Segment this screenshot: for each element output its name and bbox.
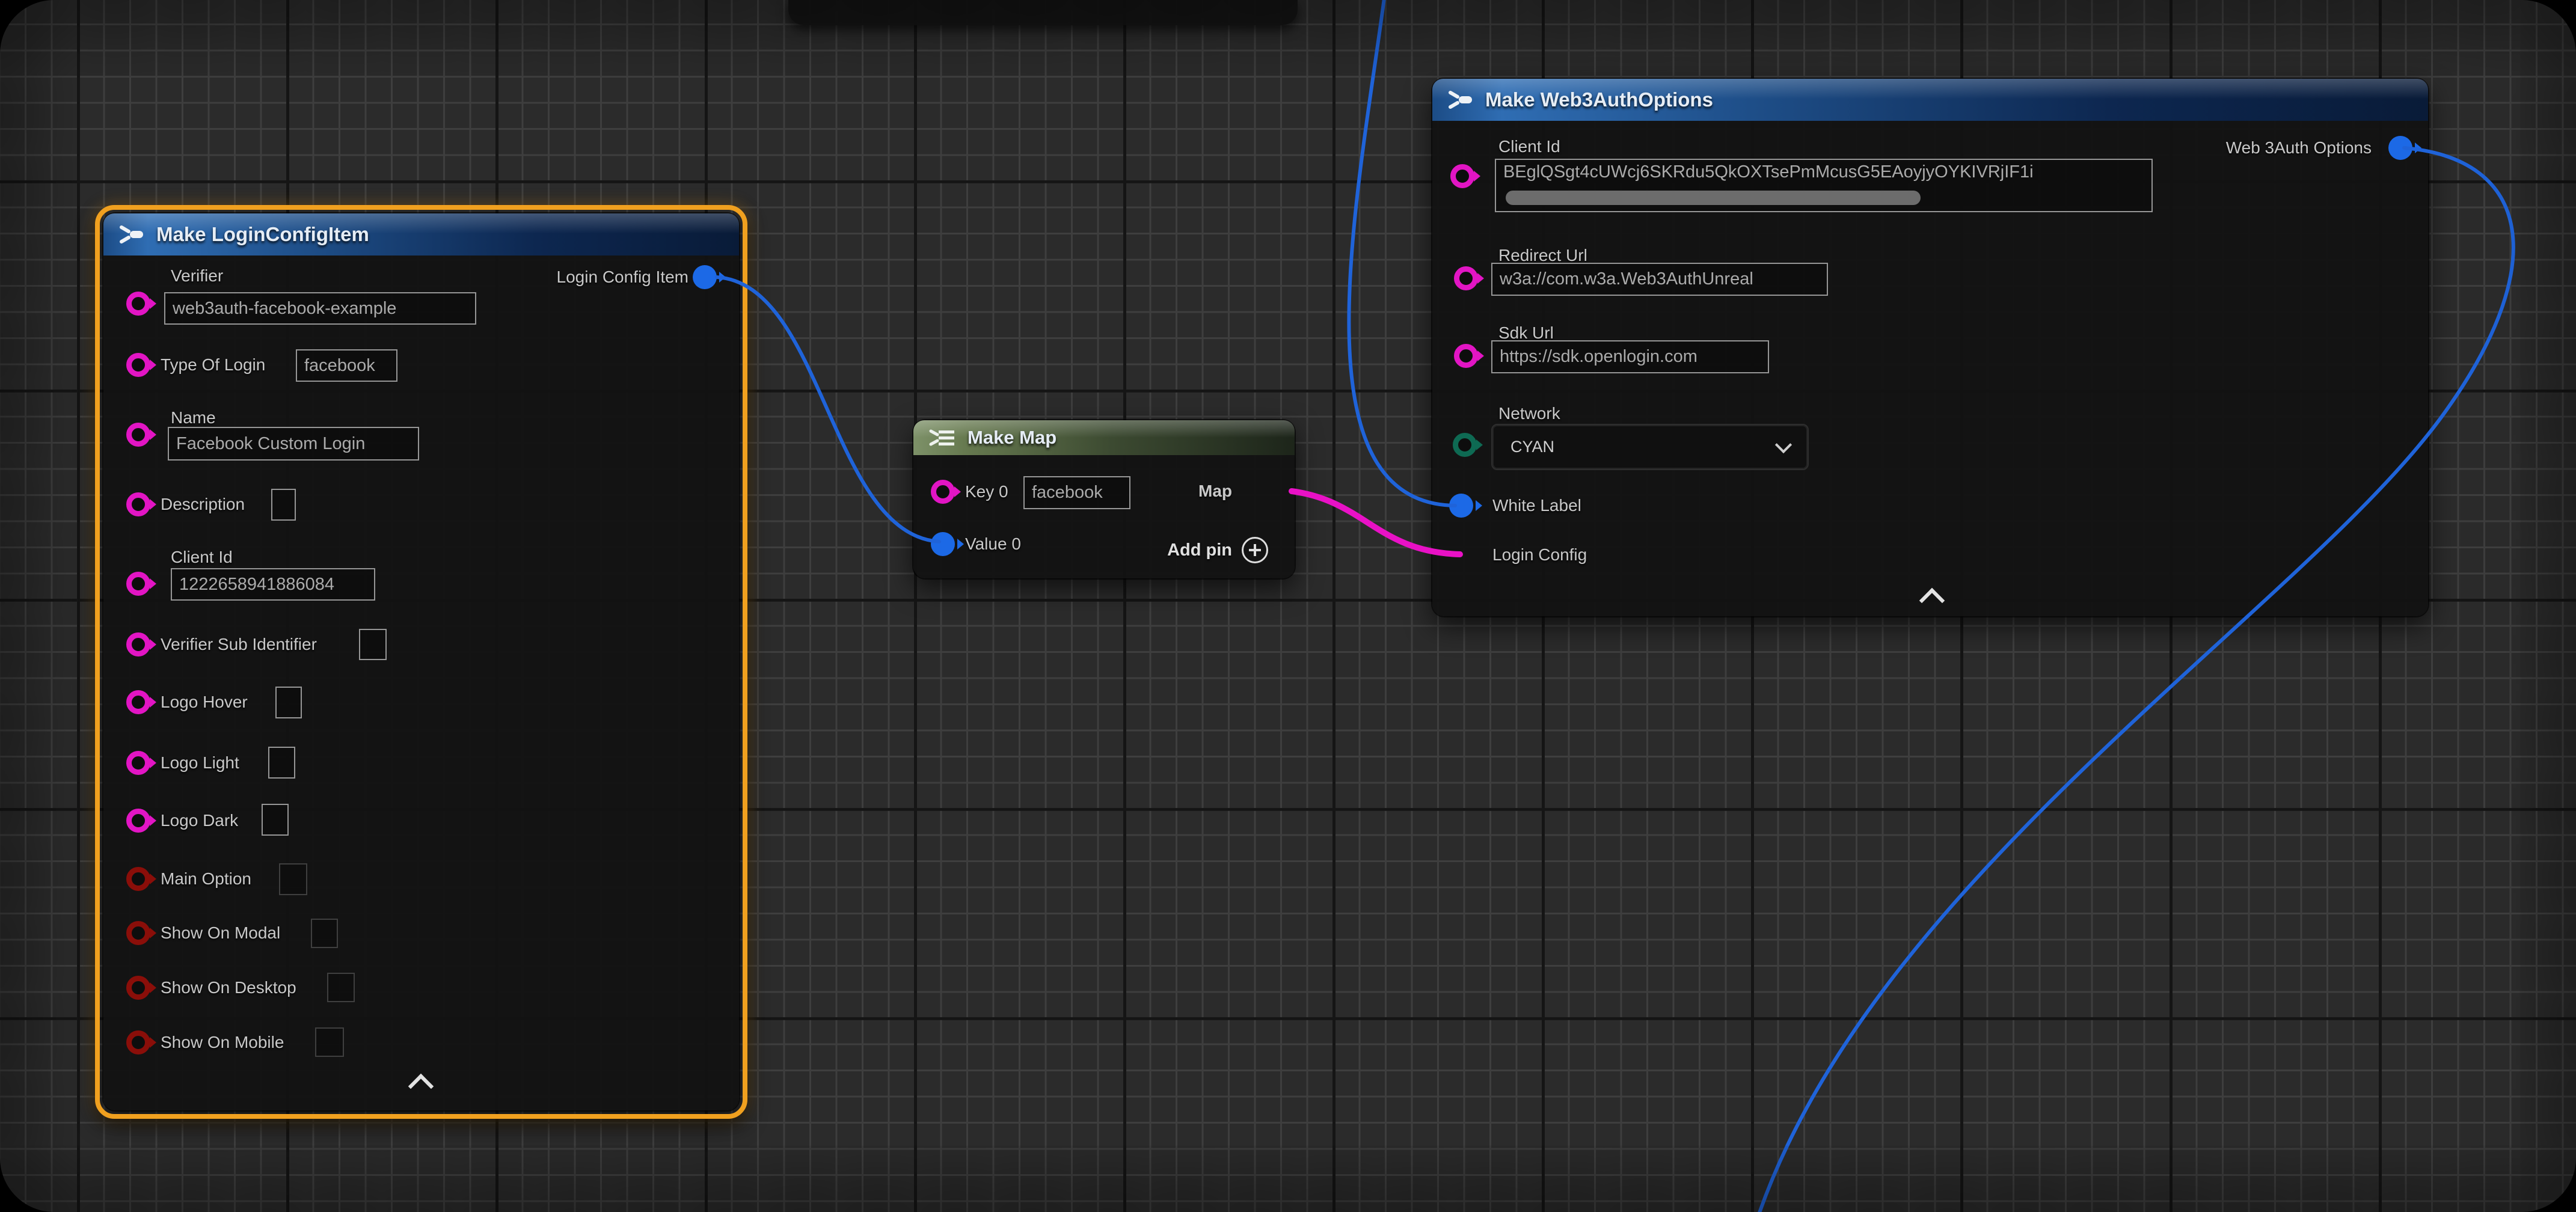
pin-show-on-modal[interactable]: [126, 921, 150, 945]
pin-main-option[interactable]: [126, 867, 150, 891]
add-pin-label: Add pin: [1167, 540, 1232, 560]
pin-type-of-login[interactable]: [126, 353, 150, 377]
verifier-input[interactable]: web3auth-facebook-example: [164, 292, 476, 325]
chevron-down-icon: [1775, 436, 1792, 453]
pin-label: Logo Dark: [161, 811, 238, 830]
add-pin-button[interactable]: Add pin: [1167, 537, 1268, 563]
sdk-url-input[interactable]: https://sdk.openlogin.com: [1491, 340, 1769, 373]
pin-verifier-sub-identifier[interactable]: [126, 632, 150, 656]
pin-label: Description: [161, 495, 245, 514]
make-struct-icon: [1447, 89, 1473, 111]
pin-label: Verifier Sub Identifier: [161, 635, 317, 654]
node-make-map[interactable]: Make Map Key 0 facebook Map Value 0 Add …: [913, 420, 1295, 578]
pin-label: Network: [1498, 404, 1560, 423]
node-make-loginconfigitem[interactable]: Make LoginConfigItem Verifier web3auth-f…: [103, 213, 739, 1110]
pin-label: Show On Desktop: [161, 978, 296, 997]
pin-show-on-mobile[interactable]: [126, 1030, 150, 1054]
pin-label: Web 3Auth Options: [2226, 138, 2372, 158]
pin-name[interactable]: [126, 423, 150, 447]
pin-client-id[interactable]: [126, 572, 150, 596]
pin-white-label[interactable]: [1449, 494, 1473, 518]
collapse-node-chevron-icon[interactable]: [408, 1074, 434, 1099]
logo-hover-input[interactable]: [275, 687, 302, 718]
description-input[interactable]: [271, 489, 296, 521]
key-0-input[interactable]: facebook: [1023, 476, 1130, 509]
redirect-url-input[interactable]: w3a://com.w3a.Web3AuthUnreal: [1491, 263, 1828, 296]
make-struct-icon: [118, 224, 144, 245]
node-header[interactable]: Make LoginConfigItem: [103, 213, 739, 256]
node-title: Make LoginConfigItem: [156, 223, 369, 246]
network-dropdown[interactable]: CYAN: [1491, 424, 1809, 470]
offscreen-node-stub[interactable]: [788, 0, 1298, 25]
pin-label: Main Option: [161, 869, 251, 889]
pin-label: Logo Light: [161, 753, 239, 773]
show-on-modal-checkbox[interactable]: [311, 919, 338, 948]
show-on-mobile-checkbox[interactable]: [315, 1027, 344, 1057]
logo-dark-input[interactable]: [262, 804, 289, 836]
node-title: Make Web3AuthOptions: [1485, 88, 1713, 111]
type-of-login-input[interactable]: facebook: [296, 349, 397, 382]
pin-logo-dark[interactable]: [126, 809, 150, 833]
pin-label: Logo Hover: [161, 693, 248, 712]
pin-label: Verifier: [171, 266, 223, 286]
pin-label: Map: [1198, 482, 1232, 501]
pin-logo-light[interactable]: [126, 751, 150, 775]
node-make-web3authoptions[interactable]: Make Web3AuthOptions Client Id BEglQSgt4…: [1432, 79, 2428, 616]
node-header[interactable]: Make Map: [913, 420, 1295, 455]
pin-label: Show On Mobile: [161, 1033, 284, 1052]
pin-key-0[interactable]: [931, 480, 955, 504]
pin-label: Client Id: [171, 548, 233, 567]
pin-web3auth-options-out[interactable]: [2388, 136, 2412, 160]
pin-client-id[interactable]: [1450, 164, 1474, 188]
pin-label: Login Config: [1492, 545, 1587, 565]
node-title: Make Map: [968, 427, 1056, 448]
add-pin-plus-icon: [1242, 537, 1268, 563]
make-map-icon: [928, 427, 955, 448]
client-id-scrollbar[interactable]: [1506, 191, 1921, 205]
node-header[interactable]: Make Web3AuthOptions: [1432, 79, 2428, 121]
pin-label: Name: [171, 408, 216, 427]
main-option-checkbox[interactable]: [279, 863, 307, 895]
pin-label: Login Config Item: [557, 268, 688, 287]
pin-login-config-item-out[interactable]: [693, 265, 717, 289]
verifier-sub-identifier-input[interactable]: [359, 629, 387, 660]
pin-verifier[interactable]: [126, 292, 150, 316]
client-id-input[interactable]: 1222658941886084: [171, 568, 375, 601]
pin-show-on-desktop[interactable]: [126, 976, 150, 1000]
pin-label: Value 0: [965, 534, 1021, 554]
collapse-node-chevron-icon[interactable]: [1919, 588, 1945, 613]
pin-label: Show On Modal: [161, 923, 280, 943]
name-input[interactable]: Facebook Custom Login: [168, 427, 419, 461]
pin-label: Type Of Login: [161, 355, 265, 375]
pin-redirect-url[interactable]: [1454, 266, 1478, 290]
pin-value-0[interactable]: [931, 532, 955, 556]
pin-label: White Label: [1492, 496, 1581, 515]
show-on-desktop-checkbox[interactable]: [327, 973, 355, 1002]
pin-description[interactable]: [126, 492, 150, 516]
pin-label: Client Id: [1498, 137, 1560, 156]
pin-label: Key 0: [965, 482, 1008, 501]
pin-network[interactable]: [1453, 433, 1477, 457]
network-selected-value: CYAN: [1510, 438, 1554, 456]
pin-sdk-url[interactable]: [1454, 344, 1478, 368]
pin-logo-hover[interactable]: [126, 690, 150, 714]
logo-light-input[interactable]: [268, 747, 295, 779]
